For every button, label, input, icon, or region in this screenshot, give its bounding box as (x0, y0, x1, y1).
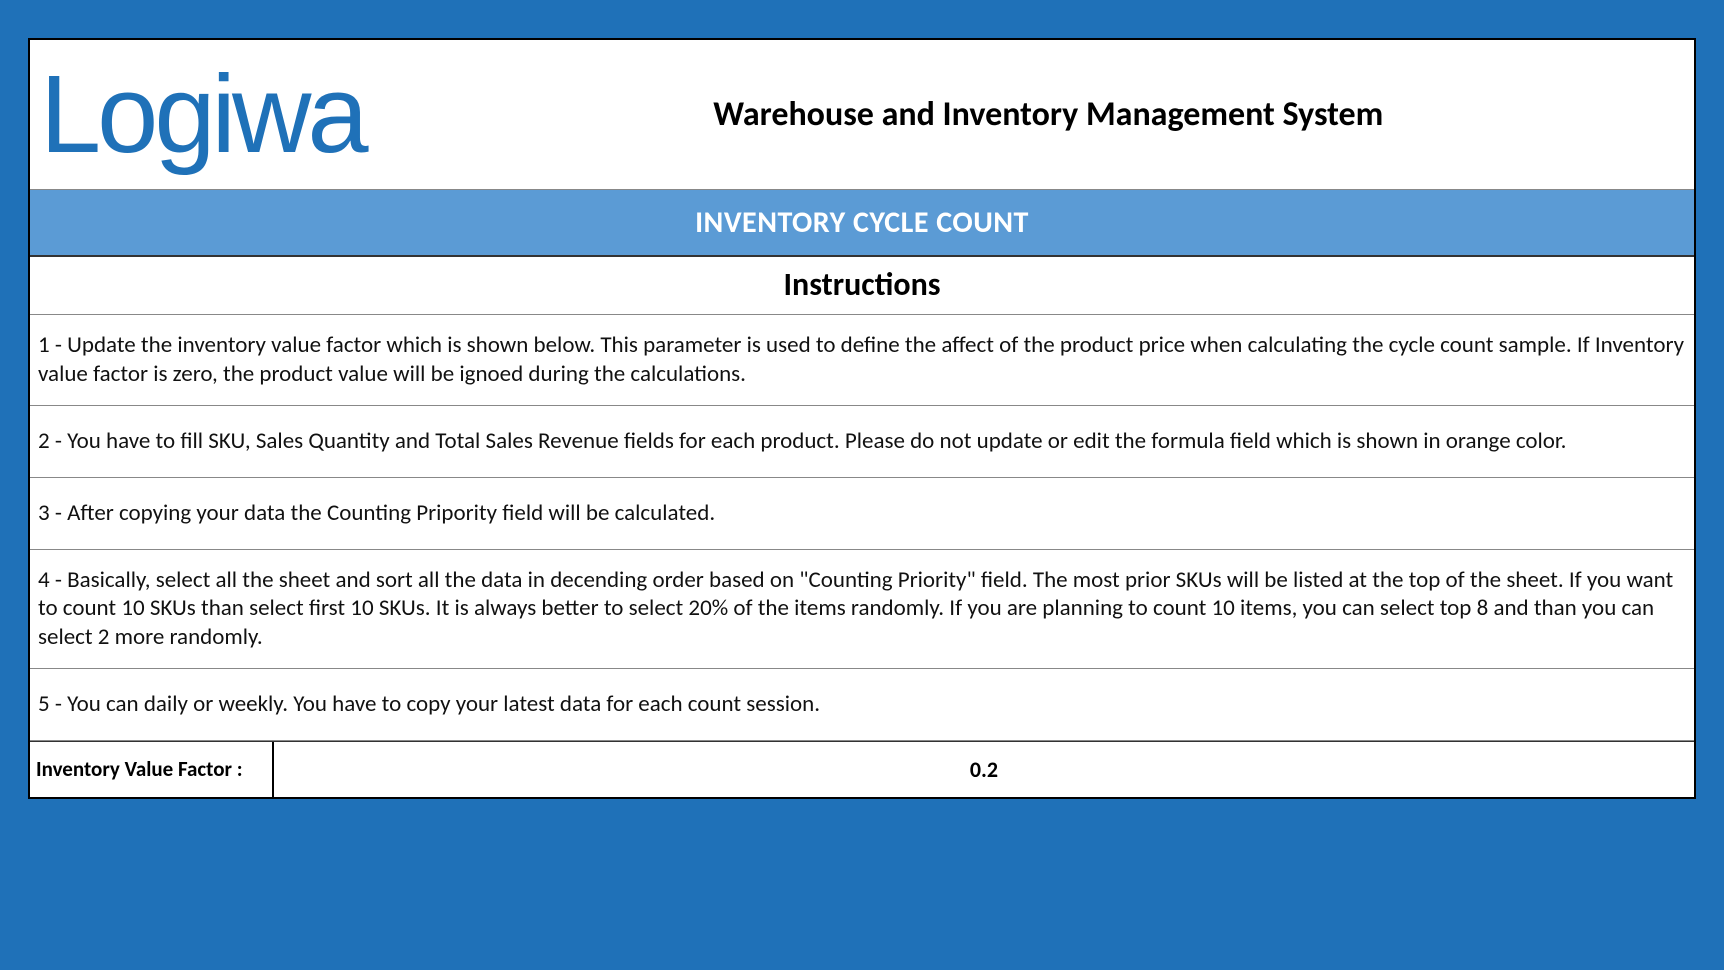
instruction-row: 5 - You can daily or weekly. You have to… (30, 669, 1694, 741)
instruction-row: 1 - Update the inventory value factor wh… (30, 315, 1694, 406)
instruction-text: 1 - Update the inventory value factor wh… (38, 331, 1686, 389)
instruction-text: 3 - After copying your data the Counting… (38, 499, 715, 528)
worksheet: Logiwa Warehouse and Inventory Managemen… (28, 38, 1696, 799)
logo-cell: Logiwa (40, 60, 365, 170)
value-factor-label: Inventory Value Factor : (30, 742, 274, 797)
section-title-band: INVENTORY CYCLE COUNT (30, 190, 1694, 257)
value-factor-row: Inventory Value Factor : 0.2 (30, 741, 1694, 797)
instructions-heading: Instructions (30, 257, 1694, 315)
header-row: Logiwa Warehouse and Inventory Managemen… (30, 40, 1694, 190)
instruction-row: 4 - Basically, select all the sheet and … (30, 550, 1694, 669)
title-cell: Warehouse and Inventory Management Syste… (365, 94, 1672, 135)
system-title: Warehouse and Inventory Management Syste… (425, 94, 1672, 135)
instruction-text: 4 - Basically, select all the sheet and … (38, 566, 1686, 652)
instruction-row: 2 - You have to fill SKU, Sales Quantity… (30, 406, 1694, 478)
brand-logo: Logiwa (40, 60, 365, 170)
instruction-text: 5 - You can daily or weekly. You have to… (38, 690, 820, 719)
value-factor-value[interactable]: 0.2 (274, 742, 1694, 797)
instruction-text: 2 - You have to fill SKU, Sales Quantity… (38, 427, 1566, 456)
instruction-row: 3 - After copying your data the Counting… (30, 478, 1694, 550)
